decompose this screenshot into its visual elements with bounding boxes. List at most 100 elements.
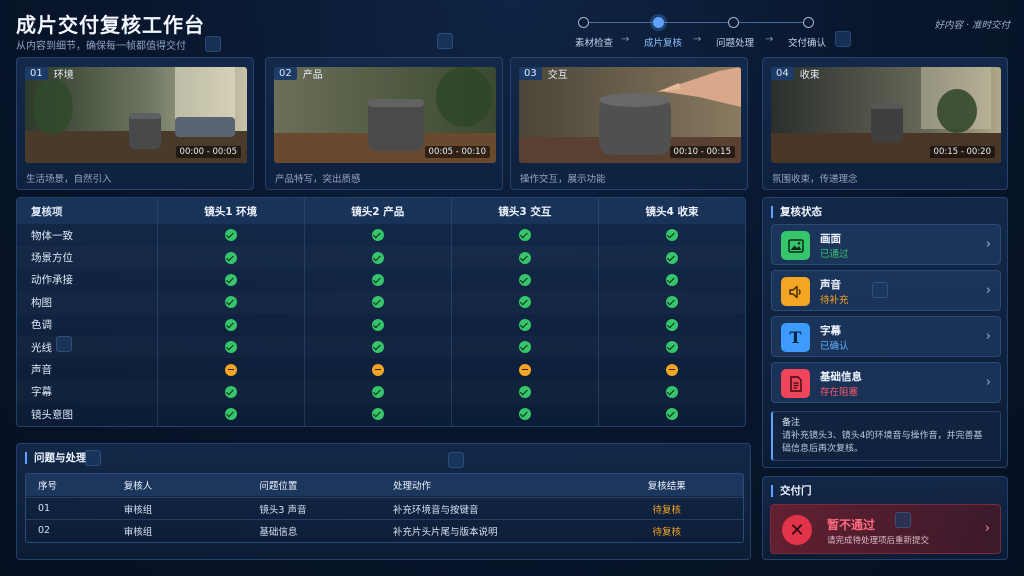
review-cell[interactable]	[303, 268, 451, 292]
check-circle-icon	[665, 229, 678, 242]
review-cell[interactable]	[450, 291, 598, 314]
review-cell[interactable]	[303, 380, 451, 404]
review-cell[interactable]	[303, 224, 451, 247]
status-label: 声音	[820, 279, 841, 291]
check-circle-icon	[518, 318, 531, 331]
review-cell[interactable]	[156, 291, 304, 314]
review-cell[interactable]	[450, 403, 598, 426]
review-cell[interactable]	[156, 380, 304, 404]
review-cell[interactable]	[303, 403, 451, 426]
review-cell[interactable]	[156, 313, 304, 336]
review-cell[interactable]	[597, 224, 745, 247]
review-cell[interactable]	[303, 313, 451, 336]
shot-caption: 氛围收束，传递理念	[772, 174, 858, 185]
step-dot-active[interactable]	[653, 17, 664, 28]
table-row[interactable]: 色调	[17, 313, 745, 336]
column-header: 镜头1 环境	[156, 198, 304, 224]
review-cell[interactable]	[303, 246, 451, 269]
table-header-row: 序号 复核人 问题位置 处理动作 复核结果	[26, 474, 743, 496]
review-cell[interactable]	[156, 224, 304, 247]
step-label-material[interactable]: 素材检查	[575, 35, 613, 49]
pending-circle-icon	[224, 363, 237, 376]
step-dot[interactable]	[728, 17, 739, 28]
review-cell[interactable]	[450, 358, 598, 381]
shot-thumbnail: 00:05 - 00:10	[274, 67, 496, 163]
gate-status-button[interactable]: ✕ 暂不通过 请完成待处理项后重新提交 ›	[770, 504, 1001, 554]
shot-card[interactable]: 00:10 - 00:15 03 交互 操作交互，展示功能	[510, 57, 748, 190]
table-header-row: 复核项 镜头1 环境 镜头2 产品 镜头3 交互 镜头4 收束	[17, 198, 745, 224]
check-circle-icon	[224, 251, 237, 264]
review-cell[interactable]	[156, 268, 304, 292]
review-cell[interactable]	[156, 336, 304, 359]
review-cell[interactable]	[156, 246, 304, 269]
review-cell[interactable]	[597, 313, 745, 336]
shot-thumbnail: 00:15 - 00:20	[771, 67, 1001, 163]
shot-time: 00:05 - 00:10	[424, 146, 490, 158]
review-cell[interactable]	[303, 336, 451, 359]
watermark-icon	[835, 31, 851, 47]
review-cell[interactable]	[597, 268, 745, 292]
review-cell[interactable]	[450, 224, 598, 247]
step-label-delivery[interactable]: 交付确认	[788, 35, 826, 49]
watermark-icon	[895, 512, 911, 528]
table-row[interactable]: 动作承接	[17, 268, 745, 292]
issue-location: 基础信息	[259, 526, 298, 538]
table-row[interactable]: 01 审核组 镜头3 声音 补充环境音与按键音 待复核	[26, 497, 743, 519]
image-icon	[781, 231, 810, 260]
shot-name: 收束	[799, 69, 820, 81]
shot-caption: 操作交互，展示功能	[520, 174, 606, 185]
check-circle-icon	[224, 296, 237, 309]
watermark-icon	[85, 450, 101, 466]
check-circle-icon	[518, 229, 531, 242]
section-title: 问题与处理	[25, 452, 87, 464]
shot-number: 02	[274, 66, 297, 80]
shot-name: 交互	[547, 69, 568, 81]
table-row[interactable]: 镜头意图	[17, 403, 745, 426]
review-cell[interactable]	[156, 403, 304, 426]
speaker-icon	[781, 277, 810, 306]
review-cell[interactable]	[597, 291, 745, 314]
review-cell[interactable]	[450, 380, 598, 404]
shot-card[interactable]: 00:05 - 00:10 02 产品 产品特写，突出质感	[265, 57, 503, 190]
status-item-subtitles[interactable]: T 字幕 已确认 ›	[771, 316, 1001, 357]
table-row[interactable]: 物体一致	[17, 224, 745, 247]
watermark-icon	[872, 282, 888, 298]
review-cell[interactable]	[156, 358, 304, 381]
shot-card[interactable]: 00:15 - 00:20 04 收束 氛围收束，传递理念	[762, 57, 1008, 190]
pending-circle-icon	[371, 363, 384, 376]
review-cell[interactable]	[450, 268, 598, 292]
review-cell[interactable]	[597, 246, 745, 269]
review-cell[interactable]	[450, 246, 598, 269]
review-cell[interactable]	[597, 380, 745, 404]
review-cell[interactable]	[303, 291, 451, 314]
table-row[interactable]: 光线	[17, 336, 745, 359]
review-cell[interactable]	[597, 403, 745, 426]
review-cell[interactable]	[597, 358, 745, 381]
shot-number: 03	[519, 66, 542, 80]
shot-thumbnail: 00:00 - 00:05	[25, 67, 247, 163]
watermark-icon	[56, 336, 72, 352]
step-dot[interactable]	[578, 17, 589, 28]
shot-name: 产品	[302, 69, 323, 81]
review-cell[interactable]	[303, 358, 451, 381]
step-label-issues[interactable]: 问题处理	[716, 35, 754, 49]
check-circle-icon	[518, 273, 531, 286]
review-cell[interactable]	[450, 313, 598, 336]
page-title: 成片交付复核工作台	[16, 13, 205, 37]
table-row[interactable]: 构图	[17, 291, 745, 314]
table-row[interactable]: 场景方位	[17, 246, 745, 269]
column-header: 序号	[38, 481, 58, 492]
table-row[interactable]: 02 审核组 基础信息 补充片头片尾与版本说明 待复核	[26, 519, 743, 541]
shot-card[interactable]: 00:00 - 00:05 01 环境 生活场景，自然引入	[16, 57, 254, 190]
step-dot[interactable]	[803, 17, 814, 28]
issues-table: 序号 复核人 问题位置 处理动作 复核结果 01 审核组 镜头3 声音 补充环境…	[25, 473, 744, 543]
review-cell[interactable]	[450, 336, 598, 359]
status-item-audio[interactable]: 声音 待补充 ›	[771, 270, 1001, 311]
check-circle-icon	[371, 229, 384, 242]
table-row[interactable]: 字幕	[17, 380, 745, 404]
review-cell[interactable]	[597, 336, 745, 359]
table-row[interactable]: 声音	[17, 358, 745, 381]
status-item-image[interactable]: 画面 已通过 ›	[771, 224, 1001, 265]
status-item-basic-info[interactable]: 基础信息 存在阻塞 ›	[771, 362, 1001, 403]
step-label-review[interactable]: 成片复核	[644, 35, 682, 49]
